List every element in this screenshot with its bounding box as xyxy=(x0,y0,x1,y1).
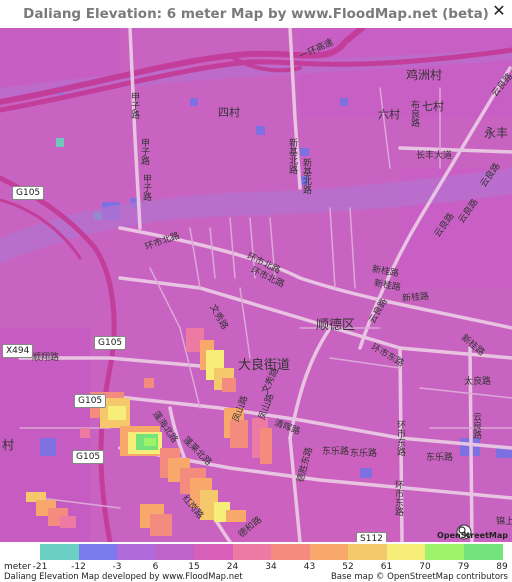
legend-swatch xyxy=(40,544,79,560)
legend-tick: -21 xyxy=(32,562,48,572)
road-label: 甲子路 xyxy=(141,174,151,201)
road-label: 长丰大道 xyxy=(416,151,453,161)
place-label: 鸡洲村 xyxy=(406,68,443,82)
elevation-map[interactable]: 鸡洲村 四村 六村 七村 永丰 顺德区 大良街道 村 一环高速 新基北路 新基北… xyxy=(0,28,512,542)
credit-developer: Daliang Elevation Map developed by www.F… xyxy=(4,572,243,582)
legend-tick: 89 xyxy=(496,562,508,572)
legend-tick: 6 xyxy=(152,562,159,572)
place-label: 七村 xyxy=(422,100,444,113)
road-label: 环市东路 xyxy=(393,480,403,516)
place-label: 四村 xyxy=(218,106,240,119)
legend-swatch xyxy=(78,544,118,560)
legend-swatch xyxy=(194,544,233,560)
place-label: 顺德区 xyxy=(316,318,356,333)
place-label: 永丰 xyxy=(484,126,509,140)
road-label: 东乐路 xyxy=(426,453,454,463)
close-icon[interactable]: ✕ xyxy=(491,3,507,19)
route-shield: G105 xyxy=(12,186,45,200)
place-label: 大良街道 xyxy=(238,358,291,373)
place-label: 六村 xyxy=(378,108,400,121)
legend-swatch xyxy=(271,544,310,560)
legend-tick: 52 xyxy=(342,562,354,572)
legend-tick: 43 xyxy=(303,562,316,572)
legend-swatch xyxy=(117,544,156,560)
road-label: 顺翔路 xyxy=(32,353,60,363)
road-label: 云良路 xyxy=(471,412,481,439)
road-label: 太良路 xyxy=(464,377,492,387)
legend-tick: 15 xyxy=(188,562,200,572)
road-label: 锦上 xyxy=(496,517,512,527)
legend-tick: -3 xyxy=(112,562,122,572)
legend-swatch xyxy=(425,544,464,560)
legend-swatch xyxy=(463,544,503,560)
legend-unit: meter xyxy=(4,562,32,572)
legend-tick: 61 xyxy=(380,562,393,572)
legend-swatch xyxy=(309,544,349,560)
road-label: 新基北路 xyxy=(287,138,297,174)
legend-tick: 34 xyxy=(265,562,277,572)
road-label: 甲子路 xyxy=(129,92,139,119)
osm-badge: OpenStreetMap xyxy=(437,531,508,540)
route-shield: S112 xyxy=(356,532,387,542)
road-label: 环市东路 xyxy=(395,420,405,456)
legend-tick: 70 xyxy=(419,562,431,572)
legend-swatch xyxy=(232,544,272,560)
route-shield: G105 xyxy=(94,336,127,350)
legend-tick: -12 xyxy=(71,562,86,572)
place-label: 村 xyxy=(2,438,15,452)
road-label: 新基北路 xyxy=(301,158,311,194)
legend-swatch xyxy=(155,544,195,560)
route-shield: X494 xyxy=(2,344,34,358)
road-label: 东乐路 xyxy=(322,447,350,457)
route-shield: G105 xyxy=(74,394,107,408)
road-label: 布良路 xyxy=(409,100,419,127)
road-label: 东乐路 xyxy=(350,449,378,459)
legend-tick: 79 xyxy=(457,562,470,572)
route-shield: G105 xyxy=(72,450,105,464)
credit-basemap: Base map © OpenStreetMap contributors xyxy=(330,572,508,582)
road-label: 新桂路 xyxy=(401,291,430,305)
legend-swatch xyxy=(348,544,387,560)
lowest-cell xyxy=(56,138,64,147)
legend-swatch xyxy=(386,544,426,560)
map-title: Daliang Elevation: 6 meter Map by www.Fl… xyxy=(23,6,489,22)
legend-tick: 24 xyxy=(226,562,239,572)
elevation-legend: meter -21 -12 -3 6 15 24 34 43 52 61 70 79 89 Dalian… xyxy=(0,542,512,582)
road-label: 甲子路 xyxy=(139,138,149,165)
